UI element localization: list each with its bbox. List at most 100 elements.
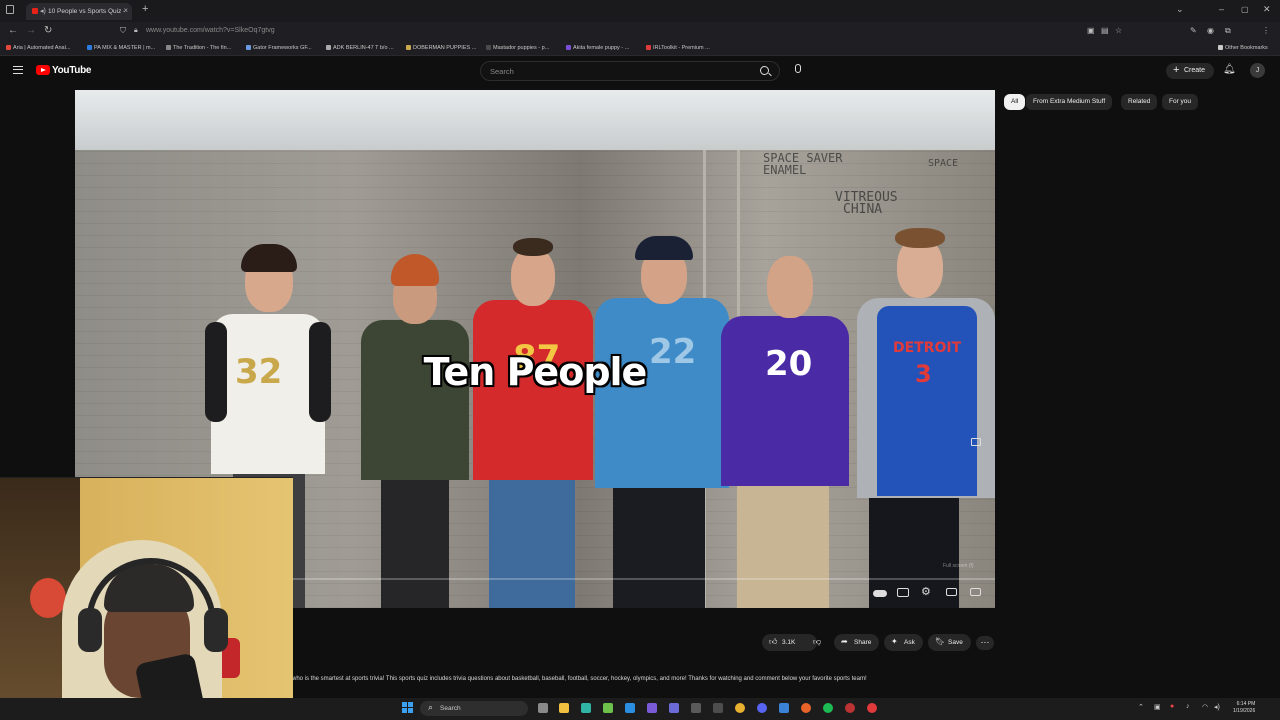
extensions-icon[interactable]: ▣: [1087, 26, 1095, 35]
app-icon[interactable]: [779, 703, 789, 713]
like-button[interactable]: 👍︎ 3.1K: [762, 634, 818, 651]
minimize-icon[interactable]: –: [1219, 4, 1224, 14]
person-arm: [205, 322, 227, 422]
other-bookmarks[interactable]: Other Bookmarks: [1218, 45, 1268, 51]
discord-icon[interactable]: [757, 703, 767, 713]
bookmark-icon: 🔖︎: [935, 637, 946, 646]
share-button[interactable]: ➦ Share: [834, 634, 880, 651]
person-legs: [489, 458, 575, 608]
app-icon[interactable]: [581, 703, 591, 713]
tab-title: 10 People vs Sports Quiz -: [48, 8, 126, 15]
menu-icon[interactable]: ⋮: [1262, 26, 1270, 35]
settings-gear-icon[interactable]: ⚙: [921, 585, 935, 598]
forward-icon[interactable]: →: [26, 25, 36, 36]
cast-icon[interactable]: [970, 588, 981, 596]
graffiti-text: SPACE: [928, 158, 958, 170]
person-jersey: [721, 316, 849, 486]
taskbar-search[interactable]: Search: [420, 701, 528, 716]
bookmark-item[interactable]: Gator Frameworks GF...: [246, 45, 312, 51]
avatar[interactable]: J: [1250, 63, 1265, 78]
tab-list-icon[interactable]: [6, 5, 14, 14]
bookmark-star-icon[interactable]: ☆: [1115, 26, 1122, 35]
edge-icon[interactable]: [625, 703, 635, 713]
app-icon[interactable]: [669, 703, 679, 713]
new-tab-icon[interactable]: +: [142, 3, 148, 15]
app-icon[interactable]: [691, 703, 701, 713]
theater-mode-icon[interactable]: [946, 588, 957, 596]
save-button[interactable]: 🔖︎ Save: [928, 634, 971, 651]
bookmark-item[interactable]: Akita female puppy - ...: [566, 45, 629, 51]
search-icon[interactable]: [760, 66, 769, 75]
chrome-icon[interactable]: [735, 703, 745, 713]
calculator-icon[interactable]: [713, 703, 723, 713]
graffiti-line: CHINA: [843, 202, 883, 217]
wifi-icon[interactable]: ◠: [1202, 703, 1208, 711]
bookmark-favicon-icon: [326, 45, 331, 50]
person-jersey: [211, 314, 325, 474]
app-icon[interactable]: [867, 703, 877, 713]
reload-icon[interactable]: ↻: [44, 25, 52, 36]
back-icon[interactable]: ←: [8, 25, 18, 36]
youtube-logo-text[interactable]: YouTube: [52, 65, 92, 76]
app-icon[interactable]: [647, 703, 657, 713]
chip-for-you[interactable]: For you: [1162, 94, 1199, 110]
create-button[interactable]: Create: [1166, 63, 1214, 79]
bookmark-item[interactable]: The Tradition - The fin...: [166, 45, 231, 51]
bookmark-item[interactable]: DOBERMAN PUPPIES ...: [406, 45, 476, 51]
profile-icon[interactable]: ◉: [1207, 26, 1214, 35]
reader-icon[interactable]: ▤: [1101, 26, 1109, 35]
bookmark-item[interactable]: Mastador puppies - p...: [486, 45, 549, 51]
bookmark-item[interactable]: Aria | Automated Anal...: [6, 45, 70, 51]
share-icon: ➦: [841, 637, 848, 646]
miniplayer-icon[interactable]: [971, 438, 981, 446]
chip-related[interactable]: Related: [1121, 94, 1158, 110]
webcam-toy: [30, 578, 66, 618]
window-close-icon[interactable]: ✕: [1263, 4, 1271, 15]
volume-icon[interactable]: ◂): [1214, 703, 1220, 711]
tray-app-icon[interactable]: ♪: [1186, 703, 1190, 710]
browser-tab-active[interactable]: ◂) 10 People vs Sports Quiz - ×: [26, 3, 132, 20]
tray-app-icon[interactable]: ▣: [1154, 703, 1161, 711]
notifications-bell-icon[interactable]: 🔔︎: [1223, 64, 1236, 75]
close-tab-icon[interactable]: ×: [123, 6, 128, 15]
tab-search-icon[interactable]: ⌄: [1176, 4, 1184, 15]
app-icon[interactable]: [845, 703, 855, 713]
search-placeholder: Search: [490, 67, 514, 76]
thumbs-down-icon[interactable]: 👎︎: [813, 637, 821, 647]
bookmark-item[interactable]: PA MIX & MASTER | m...: [87, 45, 155, 51]
ask-button[interactable]: ✦ Ask: [884, 634, 923, 651]
search-input[interactable]: Search: [480, 61, 780, 81]
tray-app-icon[interactable]: ●: [1170, 703, 1174, 710]
maximize-icon[interactable]: ▢: [1241, 5, 1249, 14]
youtube-logo-icon[interactable]: [36, 65, 50, 75]
video-description[interactable]: who is the smartest at sports trivia! Th…: [292, 676, 867, 682]
ask-label: Ask: [904, 639, 915, 646]
firefox-icon[interactable]: [801, 703, 811, 713]
chip-from-channel[interactable]: From Extra Medium Stuff: [1026, 94, 1113, 110]
chip-all[interactable]: All: [1004, 94, 1026, 110]
start-icon[interactable]: [402, 702, 413, 713]
webcam-overlay: [0, 477, 293, 720]
spotify-icon[interactable]: [823, 703, 833, 713]
headphones-earcup: [78, 608, 102, 652]
hamburger-menu-icon[interactable]: [13, 66, 23, 74]
tray-chevron-icon[interactable]: ⌃: [1138, 703, 1144, 711]
speaker-icon[interactable]: ◂): [40, 7, 46, 15]
captions-icon[interactable]: [897, 588, 909, 597]
taskbar-clock[interactable]: 6:14 PM 1/19/2026: [1233, 701, 1255, 715]
file-explorer-icon[interactable]: [559, 703, 569, 713]
app-icon[interactable]: [603, 703, 613, 713]
jersey-number: 32: [235, 352, 283, 392]
shield-icon[interactable]: ⛉: [120, 26, 126, 36]
autoplay-toggle-icon[interactable]: [873, 590, 887, 597]
more-actions-icon[interactable]: ⋯: [976, 636, 994, 650]
bookmark-item[interactable]: ADK BERLIN-47 T b/o ...: [326, 45, 394, 51]
bookmark-item[interactable]: IRLToolkit - Premium ...: [646, 45, 710, 51]
puzzle-icon[interactable]: ⧉: [1225, 26, 1231, 36]
address-bar[interactable]: www.youtube.com/watch?v=SlkeOq7gtvg: [146, 27, 275, 34]
headphones-earcup: [204, 608, 228, 652]
tools-icon[interactable]: ✎: [1190, 26, 1197, 35]
task-view-icon[interactable]: [538, 703, 548, 713]
bookmark-favicon-icon: [646, 45, 651, 50]
microphone-icon[interactable]: [795, 64, 801, 73]
